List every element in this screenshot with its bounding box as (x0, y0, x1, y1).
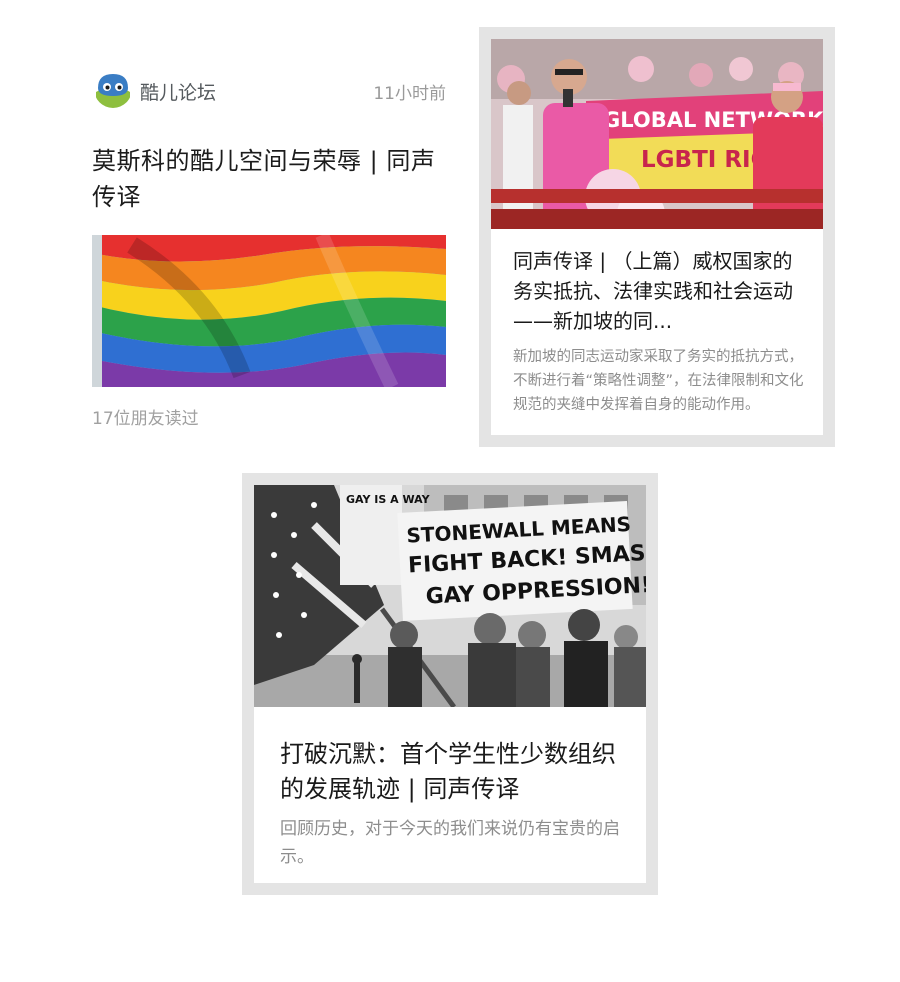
post-timestamp: 11小时前 (373, 84, 446, 104)
small-sign-text: GAY IS A WAY (346, 493, 431, 506)
related-article-card-1[interactable]: GLOBAL NETWORK LGBTI RIG 同声传译 | （上篇）威权国家… (479, 27, 835, 447)
pride-parade-photo[interactable]: GLOBAL NETWORK LGBTI RIG (491, 39, 823, 229)
article-1-description: 新加坡的同志运动家采取了务实的抵抗方式，不断进行着“策略性调整”，在法律限制和文… (513, 349, 804, 413)
friends-read-count: 17位朋友读过 (92, 409, 199, 429)
feed-card-header: 酷儿论坛 11小时前 (94, 70, 446, 110)
stonewall-protest-photo[interactable]: GAY IS A WAY STONEWALL MEANS FIGHT BACK!… (254, 485, 646, 707)
related-article-card-2[interactable]: GAY IS A WAY STONEWALL MEANS FIGHT BACK!… (242, 473, 658, 895)
article-1-title[interactable]: 同声传译 | （上篇）威权国家的务实抵抗、法律实践和社会运动——新加坡的同... (513, 246, 803, 336)
account-name[interactable]: 酷儿论坛 (140, 78, 216, 105)
banner-line-2: LGBTI RIG (641, 147, 769, 173)
article-2-title[interactable]: 打破沉默：首个学生性少数组织的发展轨迹 | 同声传译 (280, 737, 620, 807)
account-avatar[interactable] (94, 70, 132, 108)
article-2-description: 回顾历史，对于今天的我们来说仍有宝贵的启示。 (280, 819, 620, 867)
feed-article-title[interactable]: 莫斯科的酷儿空间与荣辱 | 同声传译 (92, 143, 442, 215)
rainbow-flag-image[interactable] (92, 235, 446, 387)
feed-card[interactable]: 酷儿论坛 11小时前 莫斯科的酷儿空间与荣辱 | 同声传译 17位朋友读过 (74, 50, 460, 442)
